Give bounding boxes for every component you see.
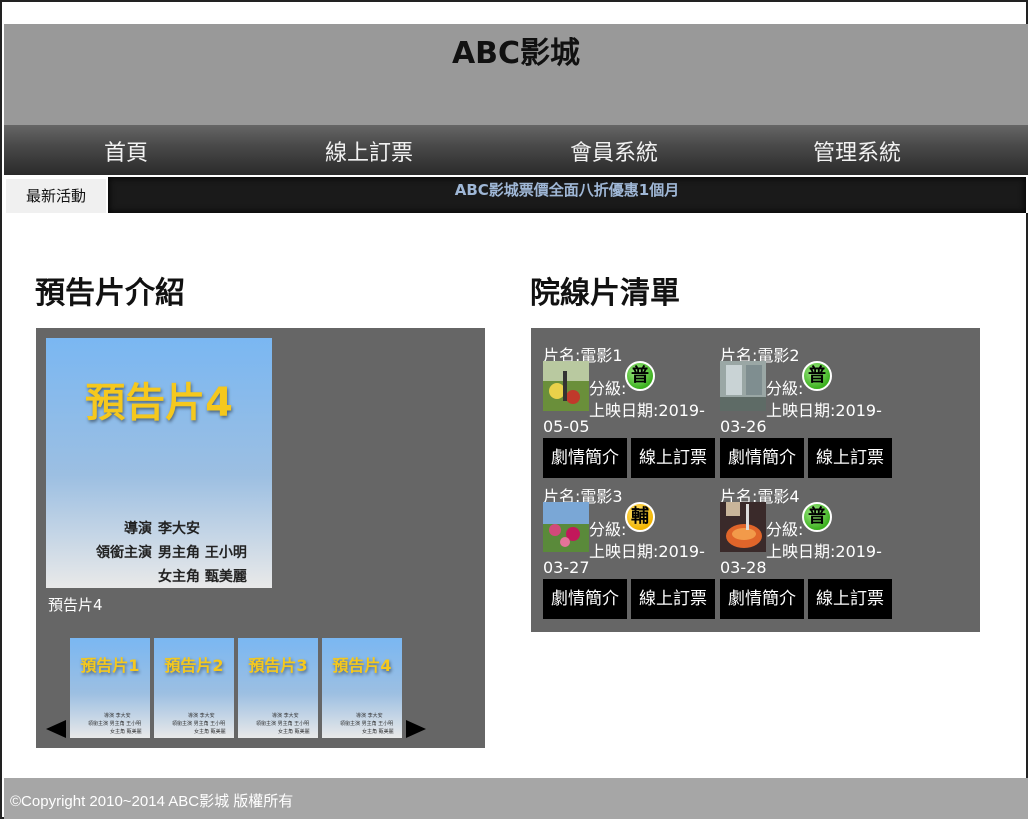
nav-item-member-system[interactable]: 會員系統 (570, 135, 658, 167)
movie-release-date-cont: 03-27 (543, 558, 590, 577)
movie-rating-label: 分級: (589, 520, 627, 539)
news-marquee: ABC影城票價全面八折優惠1個月 (108, 177, 1026, 213)
movie-card: 片名:電影4 分級: 普 上映日期:2019- 03-28 劇情簡介 線上訂票 (720, 469, 896, 619)
poster-director-label: 導演 (124, 521, 152, 537)
right-triangle-icon[interactable] (406, 720, 426, 738)
movie-rating-label: 分級: (589, 379, 627, 398)
trailer-panel: 預告片4 導演 李大安 領銜主演 男主角 王小明 女主角 甄美麗 預告片4 預告… (36, 328, 485, 748)
rating-badge: 普 (802, 361, 832, 391)
nav-item-admin-system[interactable]: 管理系統 (813, 135, 901, 167)
movies-panel: 片名:電影1 分級: 普 上映日期:2019- 05-05 劇情簡介 線上訂票 … (531, 328, 980, 632)
trailer-thumbnail[interactable]: 預告片3 導演 李大安 領銜主演 男主角 王小明 女主角 甄美麗 (238, 638, 318, 738)
movies-section-title: 院線片清單 (530, 276, 680, 311)
synopsis-button[interactable]: 劇情簡介 (720, 579, 804, 619)
rating-badge: 普 (802, 502, 832, 532)
thumb-lead-female: 女主角 甄美麗 (194, 729, 226, 735)
news-text[interactable]: ABC影城票價全面八折優惠1個月 (108, 179, 1026, 200)
movie-release-date: 上映日期:2019- (766, 542, 882, 561)
thumb-lead-female: 女主角 甄美麗 (278, 729, 310, 735)
thumb-director: 導演 李大安 (272, 713, 299, 719)
poster-title: 預告片4 (85, 380, 233, 426)
synopsis-button[interactable]: 劇情簡介 (543, 579, 627, 619)
trailer-thumbnail[interactable]: 預告片1 導演 李大安 領銜主演 男主角 王小明 女主角 甄美麗 (70, 638, 150, 738)
news-label: 最新活動 (6, 179, 106, 213)
thumb-title: 預告片4 (332, 656, 392, 675)
rating-badge: 普 (625, 361, 655, 391)
trailer-caption: 預告片4 (48, 596, 103, 614)
movie-card: 片名:電影1 分級: 普 上映日期:2019- 05-05 劇情簡介 線上訂票 (543, 328, 719, 478)
rating-badge: 輔 (625, 502, 655, 532)
book-online-button[interactable]: 線上訂票 (808, 579, 892, 619)
movie-card: 片名:電影3 分級: 輔 上映日期:2019- 03-27 劇情簡介 線上訂票 (543, 469, 719, 619)
movie-thumbnail[interactable] (543, 361, 589, 411)
movie-release-date: 上映日期:2019- (766, 401, 882, 420)
thumb-director: 導演 李大安 (104, 713, 131, 719)
movie-thumbnail[interactable] (720, 361, 766, 411)
thumb-title: 預告片2 (164, 656, 224, 675)
thumb-title: 預告片3 (248, 656, 308, 675)
trailer-thumbnail[interactable]: 預告片2 導演 李大安 領銜主演 男主角 王小明 女主角 甄美麗 (154, 638, 234, 738)
left-triangle-icon[interactable] (46, 720, 66, 738)
poster-cast-label: 領銜主演 (96, 545, 152, 561)
thumb-lead-male: 領銜主演 男主角 王小明 (88, 721, 142, 727)
movie-release-date: 上映日期:2019- (589, 401, 705, 420)
thumb-lead-male: 領銜主演 男主角 王小明 (256, 721, 310, 727)
nav-item-online-booking[interactable]: 線上訂票 (325, 135, 413, 167)
site-title: ABC影城 (451, 36, 581, 71)
movie-release-date: 上映日期:2019- (589, 542, 705, 561)
trailer-thumbnail[interactable]: 預告片4 導演 李大安 領銜主演 男主角 王小明 女主角 甄美麗 (322, 638, 402, 738)
movie-rating-label: 分級: (766, 379, 804, 398)
site-footer: ©Copyright 2010~2014 ABC影城 版權所有 (4, 778, 1028, 819)
movie-card: 片名:電影2 分級: 普 上映日期:2019- 03-26 劇情簡介 線上訂票 (720, 328, 896, 478)
movie-rating-label: 分級: (766, 520, 804, 539)
page-frame: ABC影城 首頁 線上訂票 會員系統 管理系統 最新活動 ABC影城票價全面八折… (0, 0, 1028, 819)
thumb-lead-male: 領銜主演 男主角 王小明 (340, 721, 394, 727)
movie-thumbnail[interactable] (720, 502, 766, 552)
main-nav: 首頁 線上訂票 會員系統 管理系統 (4, 125, 1028, 175)
thumb-director: 導演 李大安 (356, 713, 383, 719)
movie-release-date-cont: 03-28 (720, 558, 767, 577)
news-bar: 最新活動 ABC影城票價全面八折優惠1個月 (4, 175, 1028, 213)
movie-thumbnail[interactable] (543, 502, 589, 552)
book-online-button[interactable]: 線上訂票 (631, 579, 715, 619)
thumb-title: 預告片1 (80, 656, 140, 675)
thumb-lead-female: 女主角 甄美麗 (110, 729, 142, 735)
trailer-main-poster[interactable]: 預告片4 導演 李大安 領銜主演 男主角 王小明 女主角 甄美麗 (46, 338, 272, 588)
copyright-text: ©Copyright 2010~2014 ABC影城 版權所有 (10, 793, 294, 810)
poster-lead-male: 男主角 王小明 (158, 545, 247, 561)
thumb-lead-male: 領銜主演 男主角 王小明 (172, 721, 226, 727)
site-header: ABC影城 (4, 24, 1028, 125)
trailers-section-title: 預告片介紹 (35, 276, 185, 311)
trailer-thumbnails: 預告片1 導演 李大安 領銜主演 男主角 王小明 女主角 甄美麗 預告片2 導演… (70, 638, 403, 738)
movie-release-date-cont: 05-05 (543, 417, 590, 436)
nav-item-home[interactable]: 首頁 (104, 135, 148, 167)
movie-release-date-cont: 03-26 (720, 417, 767, 436)
poster-lead-female: 女主角 甄美麗 (158, 569, 247, 585)
thumb-director: 導演 李大安 (188, 713, 215, 719)
poster-director: 李大安 (158, 521, 200, 537)
thumb-lead-female: 女主角 甄美麗 (362, 729, 394, 735)
